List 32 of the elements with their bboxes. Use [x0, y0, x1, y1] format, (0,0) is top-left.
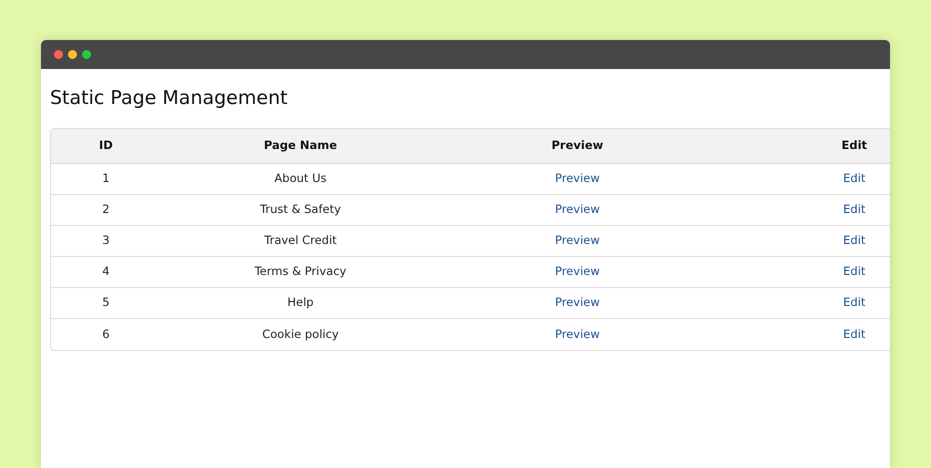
- table-cell-text: 5: [102, 294, 110, 312]
- edit-link[interactable]: Edit: [843, 294, 866, 312]
- minimize-icon[interactable]: [68, 50, 77, 59]
- preview-link[interactable]: Preview: [555, 201, 600, 219]
- column-header: ID: [98, 137, 113, 154]
- table-cell-text: 1: [102, 170, 110, 188]
- table-cell-text: Trust & Safety: [260, 201, 341, 218]
- table-cell-text: 3: [102, 232, 110, 250]
- column-header: Preview: [552, 137, 604, 154]
- table-cell-text: Cookie policy: [262, 326, 339, 343]
- preview-link[interactable]: Preview: [555, 294, 600, 312]
- edit-link[interactable]: Edit: [843, 170, 866, 188]
- table-cell-text: 4: [102, 263, 110, 280]
- table-cell-text: 6: [102, 326, 110, 343]
- preview-link[interactable]: Preview: [555, 232, 600, 250]
- edit-link[interactable]: Edit: [843, 326, 866, 344]
- table-cell-text: Help: [287, 294, 314, 312]
- edit-link[interactable]: Edit: [843, 201, 866, 219]
- maximize-icon[interactable]: [82, 50, 91, 59]
- table-cell-text: 2: [102, 201, 110, 218]
- table-cell-text: About Us: [274, 170, 326, 188]
- column-header: Edit: [842, 137, 868, 154]
- close-icon[interactable]: [54, 50, 63, 59]
- table-cell-text: Terms & Privacy: [254, 263, 346, 280]
- table-cell-text: Travel Credit: [264, 232, 337, 250]
- edit-link[interactable]: Edit: [843, 232, 866, 250]
- preview-link[interactable]: Preview: [555, 326, 600, 344]
- page-title: Static Page Management: [50, 86, 289, 111]
- column-header: Page Name: [264, 137, 338, 154]
- preview-link[interactable]: Preview: [555, 170, 600, 188]
- edit-link[interactable]: Edit: [843, 263, 866, 281]
- preview-link[interactable]: Preview: [555, 263, 600, 281]
